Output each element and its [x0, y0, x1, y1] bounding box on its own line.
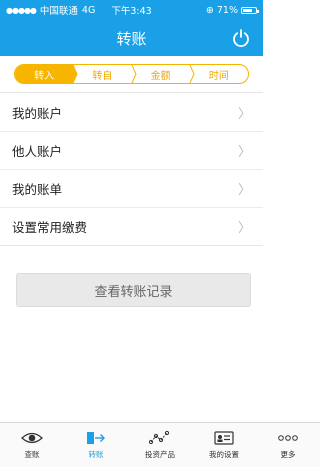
tab-more[interactable]: 更多 — [256, 423, 320, 467]
step-4: 时间 — [190, 65, 248, 83]
carrier-label: 中国联通 — [39, 6, 78, 17]
power-icon[interactable] — [231, 28, 251, 48]
tab-label: 我的设置 — [209, 450, 239, 459]
menu-item[interactable]: 我的账户 〉 — [0, 93, 263, 131]
tab-label: 投资产品 — [145, 450, 175, 459]
rotation-lock-icon: ⊕ — [205, 4, 214, 16]
menu-item-label: 设置常用缴费 — [12, 220, 88, 235]
more-icon — [278, 435, 298, 441]
page-title: 转账 — [116, 29, 147, 48]
step-label: 金额 — [150, 70, 171, 82]
tab-eye[interactable]: 查账 — [0, 423, 64, 467]
menu-item-label: 我的账单 — [12, 182, 63, 197]
step-label: 转入 — [34, 70, 55, 82]
tab-transfer[interactable]: 转账 — [64, 423, 128, 467]
battery-percent: 71% — [216, 4, 238, 16]
battery-icon — [241, 6, 259, 14]
step-separator-icon — [189, 65, 195, 83]
transfer-icon — [87, 432, 105, 444]
signal-icon: ●●●●● — [6, 5, 37, 15]
step-2: 转自 — [73, 65, 137, 83]
chevron-right-icon: 〉 — [237, 145, 251, 160]
menu-item[interactable]: 我的账单 〉 — [0, 169, 263, 207]
tab-label: 查账 — [24, 450, 40, 459]
menu-item-label: 他人账户 — [12, 144, 63, 159]
id-card-icon — [214, 431, 234, 445]
step-label: 转自 — [92, 70, 113, 82]
view-transfer-records-button[interactable]: 查看转账记录 — [16, 273, 251, 307]
chart-icon — [149, 430, 170, 445]
chevron-right-icon: 〉 — [237, 183, 251, 198]
status-time: 下午3:43 — [111, 6, 152, 17]
nav-header: 转账 — [0, 20, 263, 56]
menu-list: 我的账户〉他人账户〉我的账单〉设置常用缴费〉 — [0, 93, 263, 246]
chevron-right-icon: 〉 — [237, 221, 251, 236]
step-3: 金额 — [132, 65, 195, 83]
tab-chart[interactable]: 投资产品 — [128, 423, 192, 467]
status-bar: ●●●●● 中国联通 4G 下午3:43 ⊕ 71% — [0, 0, 263, 20]
step-1: 转入 — [15, 65, 78, 83]
menu-item[interactable]: 设置常用缴费 〉 — [0, 207, 263, 245]
network-label: 4G — [81, 4, 96, 16]
status-left: ●●●●● 中国联通 4G — [6, 3, 96, 18]
tab-label: 转账 — [88, 450, 104, 459]
tab-id-card[interactable]: 我的设置 — [192, 423, 256, 467]
step-separator-icon — [68, 65, 78, 83]
status-right: ⊕ 71% — [205, 4, 259, 16]
step-indicator: 转入 转自 金额 时间 — [0, 56, 263, 93]
eye-icon — [21, 432, 43, 444]
menu-item-label: 我的账户 — [12, 105, 63, 121]
step-label: 时间 — [208, 70, 229, 82]
tab-bar: 查账 转账 投资产品 我的设置 更多 — [0, 422, 320, 467]
menu-item[interactable]: 他人账户 〉 — [0, 131, 263, 169]
chevron-right-icon: 〉 — [237, 106, 251, 122]
step-separator-icon — [131, 65, 137, 83]
tab-label: 更多 — [280, 450, 296, 459]
